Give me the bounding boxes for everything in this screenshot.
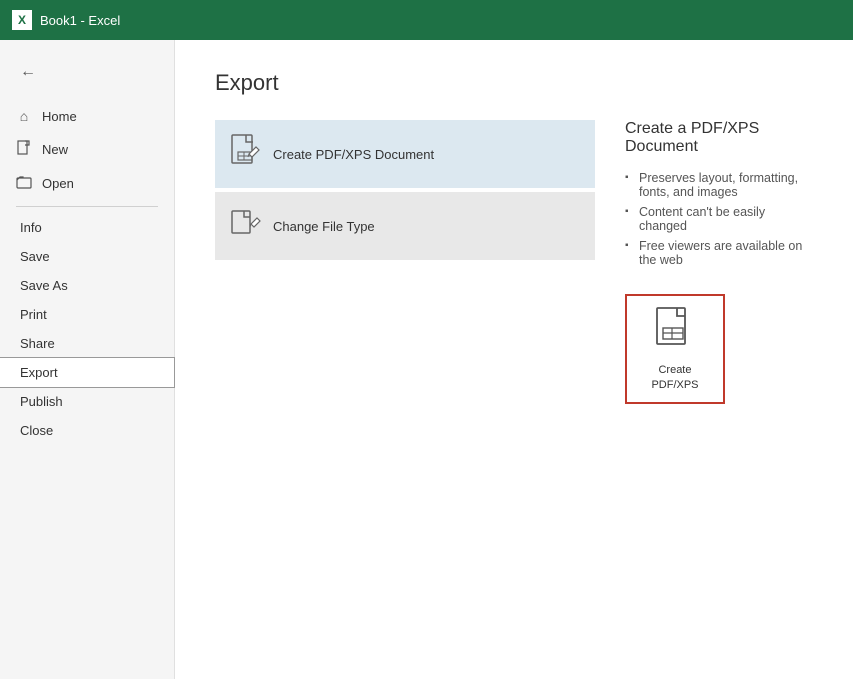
- home-icon: ⌂: [16, 108, 32, 124]
- sidebar-item-export[interactable]: Export: [0, 358, 174, 387]
- pdf-option-icon: [231, 134, 259, 174]
- sidebar-item-save[interactable]: Save: [0, 242, 174, 271]
- title-bar: X Book1 - Excel: [0, 0, 853, 40]
- content-area: Export: [175, 40, 853, 679]
- pdf-card-label: Create PDF/XPS: [651, 363, 698, 392]
- pdf-card-icon: [655, 306, 695, 357]
- sidebar-item-home[interactable]: ⌂ Home: [0, 100, 174, 132]
- sidebar-item-save-as[interactable]: Save As: [0, 271, 174, 300]
- create-pdf-option[interactable]: Create PDF/XPS Document: [215, 120, 595, 188]
- sidebar-divider: [16, 206, 158, 207]
- open-icon: [16, 175, 32, 192]
- info-bullets: Preserves layout, formatting, fonts, and…: [625, 168, 813, 270]
- export-options-list: Create PDF/XPS Document Change File Typ: [215, 120, 595, 404]
- new-icon: [16, 140, 32, 159]
- change-file-type-label: Change File Type: [273, 219, 375, 234]
- sidebar-item-new[interactable]: New: [0, 132, 174, 167]
- excel-icon: X: [12, 10, 32, 30]
- sidebar-item-new-label: New: [42, 142, 68, 157]
- sidebar-item-close[interactable]: Close: [0, 416, 174, 445]
- window-title: Book1 - Excel: [40, 13, 120, 28]
- info-panel-title: Create a PDF/XPS Document: [625, 120, 813, 156]
- create-pdf-label: Create PDF/XPS Document: [273, 147, 434, 162]
- change-file-icon: [231, 206, 259, 246]
- info-panel: Create a PDF/XPS Document Preserves layo…: [595, 120, 813, 404]
- page-title: Export: [215, 70, 813, 96]
- sidebar-item-open[interactable]: Open: [0, 167, 174, 200]
- change-file-type-option[interactable]: Change File Type: [215, 192, 595, 260]
- main-area: ← ⌂ Home New Open Info Save S: [0, 40, 853, 679]
- sidebar-item-print[interactable]: Print: [0, 300, 174, 329]
- sidebar-item-open-label: Open: [42, 176, 74, 191]
- sidebar-item-share[interactable]: Share: [0, 329, 174, 358]
- back-button[interactable]: ←: [10, 54, 46, 90]
- info-bullet-3: Free viewers are available on the web: [625, 236, 813, 270]
- sidebar-item-publish[interactable]: Publish: [0, 387, 174, 416]
- export-layout: Create PDF/XPS Document Change File Typ: [215, 120, 813, 404]
- sidebar-item-home-label: Home: [42, 109, 77, 124]
- create-pdf-card-button[interactable]: Create PDF/XPS: [625, 294, 725, 404]
- sidebar: ← ⌂ Home New Open Info Save S: [0, 40, 175, 679]
- info-bullet-1: Preserves layout, formatting, fonts, and…: [625, 168, 813, 202]
- info-bullet-2: Content can't be easily changed: [625, 202, 813, 236]
- sidebar-item-info[interactable]: Info: [0, 213, 174, 242]
